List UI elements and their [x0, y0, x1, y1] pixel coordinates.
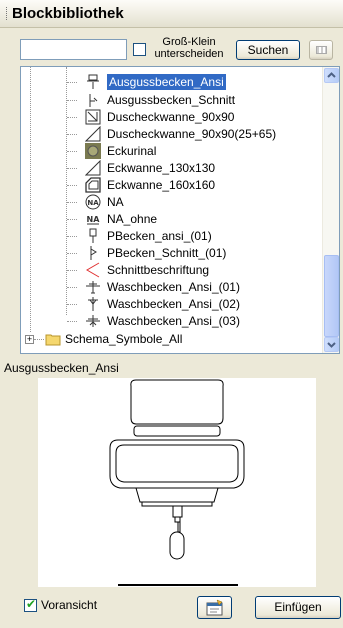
- properties-icon: [206, 599, 222, 616]
- section-label-icon: [86, 262, 100, 278]
- chevron-up-icon: [327, 72, 336, 78]
- tree-item-eckwanne-160[interactable]: Eckwanne_160x160: [21, 177, 321, 193]
- basin-preview-drawing: [109, 379, 245, 586]
- shower-tray-diagonal-icon: [85, 126, 101, 142]
- expand-toggle[interactable]: +: [25, 335, 34, 344]
- washbasin-03-icon: [86, 315, 100, 327]
- grid-view-icon: [316, 46, 327, 54]
- preview-checkbox[interactable]: ✔: [24, 597, 37, 612]
- tree-item-ausgussbecken-schnitt[interactable]: Ausgussbecken_Schnitt: [21, 92, 321, 108]
- washbasin-02-icon: [88, 297, 98, 311]
- tree-item-pbecken-schnitt[interactable]: PBecken_Schnitt_(01): [21, 245, 321, 261]
- panel-title: Blockbibliothek: [12, 5, 124, 22]
- tree-item-pbecken-ansi[interactable]: PBecken_ansi_(01): [21, 228, 321, 244]
- tree-scrollbar[interactable]: [322, 67, 339, 353]
- folder-icon: [45, 334, 61, 346]
- properties-button[interactable]: [197, 596, 232, 619]
- p-basin-section-icon: [90, 246, 97, 260]
- checkmark-icon: ✔: [26, 597, 37, 611]
- scroll-thumb[interactable]: [324, 255, 339, 337]
- chevron-down-icon: [327, 342, 336, 348]
- corner-urinal-icon: [85, 143, 101, 159]
- tree-item-waschbecken-01[interactable]: Waschbecken_Ansi_(01): [21, 279, 321, 295]
- tree-item-schnittbeschriftung[interactable]: Schnittbeschriftung: [21, 262, 321, 278]
- basin-front-icon: [87, 74, 99, 89]
- na-circle-icon: NA: [85, 194, 101, 210]
- svg-text:NA: NA: [87, 199, 99, 207]
- tree-item-na-ohne[interactable]: NA NA_ohne: [21, 211, 321, 227]
- case-sensitive-label: Groß-Klein unterscheiden: [154, 36, 224, 60]
- scroll-down-button[interactable]: [324, 337, 339, 352]
- corner-bath-large-icon: [85, 177, 101, 193]
- block-preview: [38, 378, 316, 587]
- search-button[interactable]: Suchen: [236, 40, 300, 60]
- tree-item-duscheckwanne-diagonal[interactable]: Duscheckwanne_90x90(25+65): [21, 126, 321, 142]
- basin-section-icon: [89, 94, 98, 107]
- case-sensitive-checkbox[interactable]: [133, 43, 146, 56]
- svg-text:NA: NA: [87, 215, 101, 224]
- drag-grip[interactable]: [6, 7, 8, 20]
- palette-titlebar[interactable]: Blockbibliothek: [0, 0, 343, 28]
- tree-item-ausgussbecken-ansi[interactable]: Ausgussbecken_Ansi: [21, 74, 321, 90]
- shower-tray-icon: [85, 109, 101, 125]
- scroll-up-button[interactable]: [324, 68, 339, 83]
- p-basin-front-icon: [89, 228, 97, 243]
- block-tree[interactable]: Ausgussbecken_Ansi Ausgussbecken_Schnitt…: [20, 66, 340, 354]
- view-mode-button[interactable]: [309, 40, 333, 60]
- preview-toggle-label: Voransicht: [41, 598, 98, 612]
- na-text-icon: NA: [87, 215, 101, 225]
- washbasin-01-icon: [86, 281, 100, 294]
- corner-bath-icon: [85, 160, 101, 176]
- tree-item-eckwanne-130[interactable]: Eckwanne_130x130: [21, 160, 321, 176]
- tree-item-na[interactable]: NA NA: [21, 194, 321, 210]
- tree-item-schema-folder[interactable]: + Schema_Symbole_All: [21, 331, 321, 347]
- tree-item-duscheckwanne-90x90[interactable]: Duscheckwanne_90x90: [21, 109, 321, 125]
- search-input[interactable]: [20, 39, 127, 60]
- tree-item-eckurinal[interactable]: Eckurinal: [21, 143, 321, 159]
- tree-item-waschbecken-02[interactable]: Waschbecken_Ansi_(02): [21, 296, 321, 312]
- insert-button[interactable]: Einfügen: [255, 596, 341, 619]
- tree-item-waschbecken-03[interactable]: Waschbecken_Ansi_(03): [21, 313, 321, 329]
- preview-block-name: Ausgussbecken_Ansi: [4, 361, 119, 375]
